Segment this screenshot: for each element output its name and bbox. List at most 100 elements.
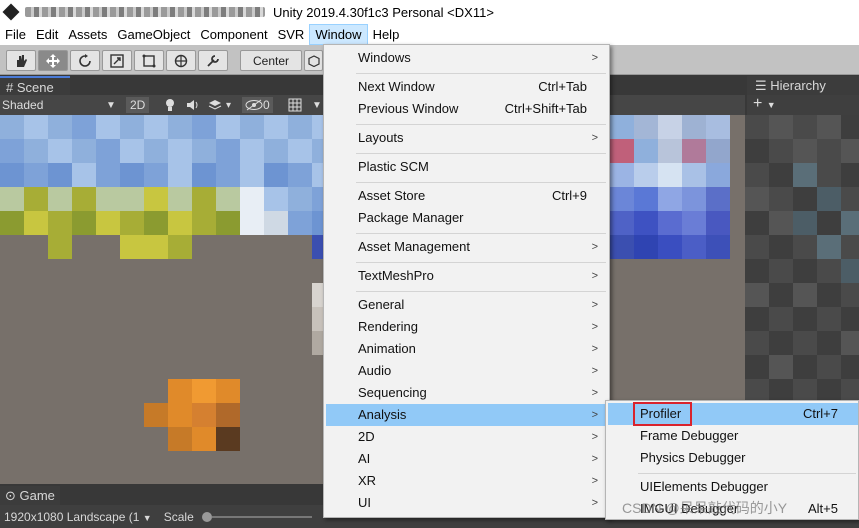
mosaic-tile [745, 235, 769, 259]
tab-scene[interactable]: # Scene [0, 76, 70, 95]
menu-item-frame-debugger[interactable]: Frame Debugger [608, 425, 858, 447]
menu-item-sequencing[interactable]: Sequencing > [326, 382, 607, 404]
menu-item-asset-store[interactable]: Asset Store Ctrl+9 [326, 185, 607, 207]
menu-item-windows[interactable]: Windows > [326, 47, 607, 69]
tab-game[interactable]: ⊙ Game [0, 486, 60, 505]
menu-item-ai[interactable]: AI > [326, 448, 607, 470]
hierarchy-add-button[interactable]: + [753, 95, 762, 112]
chevron-right-icon: > [591, 343, 598, 355]
menu-gameobject[interactable]: GameObject [112, 24, 195, 45]
audio-toggle[interactable] [186, 97, 200, 113]
mosaic-tile [24, 355, 48, 379]
menu-item-plastic-scm[interactable]: Plastic SCM [326, 156, 607, 178]
mosaic-tile [288, 451, 312, 475]
menu-item-previous-window[interactable]: Previous Window Ctrl+Shift+Tab [326, 98, 607, 120]
pivot-mode-toggle[interactable]: Center [240, 50, 302, 71]
transform-tool-button[interactable] [166, 50, 196, 71]
menu-item-label: AI [358, 451, 371, 466]
hand-tool-button[interactable] [6, 50, 36, 71]
mosaic-tile [48, 211, 72, 235]
mosaic-tile [264, 139, 288, 163]
mosaic-tile [634, 187, 658, 211]
mode-2d-toggle[interactable]: 2D [126, 97, 150, 113]
shading-mode-dropdown[interactable]: Shaded [2, 97, 43, 113]
menu-item-physics-debugger[interactable]: Physics Debugger [608, 447, 858, 469]
menu-window[interactable]: Window [309, 24, 368, 45]
scene-viewport[interactable] [0, 115, 324, 484]
rect-tool-button[interactable] [134, 50, 164, 71]
mosaic-tile [168, 139, 192, 163]
menu-item-label: UI [358, 495, 371, 510]
mosaic-tile [769, 115, 793, 139]
menu-item-layouts[interactable]: Layouts > [326, 127, 607, 149]
menu-bar: File Edit Assets GameObject Component SV… [0, 24, 859, 45]
scene-tab-label: Scene [16, 80, 54, 95]
menu-item-label: Plastic SCM [358, 159, 429, 174]
menu-item-xr[interactable]: XR > [326, 470, 607, 492]
effects-toggle[interactable] [208, 97, 222, 113]
menu-item-audio[interactable]: Audio > [326, 360, 607, 382]
mosaic-tile [817, 187, 841, 211]
mosaic-tile [634, 211, 658, 235]
menu-item-textmeshpro[interactable]: TextMeshPro > [326, 265, 607, 287]
mosaic-tile [658, 283, 682, 307]
mosaic-tile [48, 379, 72, 403]
mosaic-tile [264, 163, 288, 187]
wrench-icon [207, 54, 219, 67]
mosaic-tile [288, 427, 312, 451]
menu-item-general[interactable]: General > [326, 294, 607, 316]
custom-tool-button[interactable] [198, 50, 228, 71]
mosaic-tile [24, 451, 48, 475]
mosaic-tile [841, 259, 859, 283]
mosaic-tile [240, 163, 264, 187]
menu-item-uielements-debugger[interactable]: UIElements Debugger [608, 476, 858, 498]
mosaic-tile [72, 115, 96, 139]
menu-item-label: Rendering [358, 319, 418, 334]
scale-slider-thumb[interactable] [201, 511, 212, 522]
mosaic-tile [610, 235, 634, 259]
mosaic-tile [24, 307, 48, 331]
mosaic-tile [706, 283, 730, 307]
menu-item-shortcut: Ctrl+Tab [538, 79, 587, 94]
move-tool-button[interactable] [38, 50, 68, 71]
tab-hierarchy[interactable]: ☰ Hierarchy [747, 76, 859, 95]
mosaic-tile [0, 355, 24, 379]
pivot-rotation-toggle[interactable] [304, 50, 323, 71]
hidden-objects-toggle[interactable]: 0 [242, 97, 273, 113]
mosaic-tile [168, 331, 192, 355]
mosaic-tile [72, 379, 96, 403]
menu-component[interactable]: Component [195, 24, 272, 45]
mosaic-tile [144, 235, 168, 259]
rotate-tool-button[interactable] [70, 50, 100, 71]
menu-item-rendering[interactable]: Rendering > [326, 316, 607, 338]
menu-file[interactable]: File [0, 24, 31, 45]
menu-item-2d[interactable]: 2D > [326, 426, 607, 448]
menu-edit[interactable]: Edit [31, 24, 63, 45]
mosaic-tile [144, 475, 168, 484]
menu-item-ui[interactable]: UI > [326, 492, 607, 514]
layers-icon [208, 100, 222, 110]
mosaic-tile [72, 427, 96, 451]
menu-assets[interactable]: Assets [63, 24, 112, 45]
resolution-dropdown[interactable]: 1920x1080 Landscape (1 ▼ [4, 510, 152, 524]
menu-item-package-manager[interactable]: Package Manager [326, 207, 607, 229]
lighting-toggle[interactable] [164, 97, 176, 113]
menu-help[interactable]: Help [368, 24, 405, 45]
mosaic-tile [288, 187, 312, 211]
scale-tool-button[interactable] [102, 50, 132, 71]
menu-item-analysis[interactable]: Analysis > [326, 404, 607, 426]
mosaic-tile [192, 139, 216, 163]
menu-item-animation[interactable]: Animation > [326, 338, 607, 360]
grid-toggle[interactable] [288, 97, 302, 113]
menu-item-next-window[interactable]: Next Window Ctrl+Tab [326, 76, 607, 98]
menu-item-shortcut: Ctrl+Shift+Tab [504, 101, 587, 116]
menu-svr[interactable]: SVR [273, 24, 310, 45]
mosaic-tile [120, 307, 144, 331]
menu-item-asset-management[interactable]: Asset Management > [326, 236, 607, 258]
scale-slider-track[interactable] [211, 515, 312, 518]
mosaic-tile [24, 187, 48, 211]
mosaic-tile [144, 403, 168, 427]
mosaic-tile [682, 235, 706, 259]
mosaic-tile [96, 427, 120, 451]
mosaic-tile [682, 115, 706, 139]
